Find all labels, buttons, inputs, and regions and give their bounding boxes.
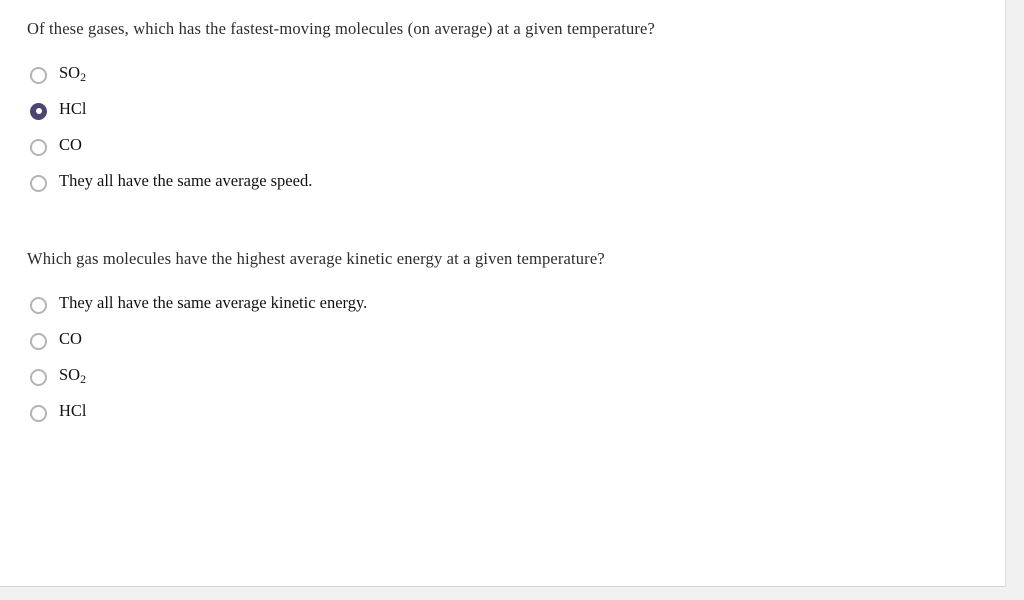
question-2-prompt: Which gas molecules have the highest ave… <box>27 249 605 268</box>
question-block-1: Of these gases, which has the fastest-mo… <box>0 0 1005 201</box>
option-label: CO <box>59 329 82 349</box>
option-row[interactable]: SO2 <box>0 57 1005 93</box>
radio-button-icon[interactable] <box>30 66 47 84</box>
quiz-body: Of these gases, which has the fastest-mo… <box>0 0 1005 431</box>
option-row[interactable]: SO2 <box>0 359 1005 395</box>
option-label: They all have the same average kinetic e… <box>59 293 368 313</box>
option-row[interactable]: CO <box>0 323 1005 359</box>
option-label: HCl <box>59 401 87 421</box>
option-label: SO2 <box>59 365 87 386</box>
radio-button-icon[interactable] <box>30 368 47 386</box>
option-row[interactable]: HCl <box>0 93 1005 129</box>
option-label: CO <box>59 135 82 155</box>
radio-button-icon[interactable] <box>30 404 47 422</box>
bottom-gutter <box>0 588 1007 600</box>
radio-button-selected-icon[interactable] <box>30 102 47 120</box>
radio-button-icon[interactable] <box>30 174 47 192</box>
option-label: SO2 <box>59 63 87 84</box>
question-2-options: They all have the same average kinetic e… <box>0 287 1005 431</box>
radio-button-icon[interactable] <box>30 138 47 156</box>
option-row[interactable]: CO <box>0 129 1005 165</box>
radio-button-icon[interactable] <box>30 296 47 314</box>
right-gutter <box>1007 0 1024 600</box>
option-row[interactable]: They all have the same average speed. <box>0 165 1005 201</box>
radio-button-icon[interactable] <box>30 332 47 350</box>
quiz-content-pane: Of these gases, which has the fastest-mo… <box>0 0 1006 587</box>
question-1-options: SO2 HCl CO They all have the same averag… <box>0 57 1005 201</box>
option-label: They all have the same average speed. <box>59 171 313 191</box>
option-label: HCl <box>59 99 87 119</box>
option-row[interactable]: HCl <box>0 395 1005 431</box>
question-1-prompt: Of these gases, which has the fastest-mo… <box>27 19 656 38</box>
page-root: Of these gases, which has the fastest-mo… <box>0 0 1024 600</box>
question-block-2: Which gas molecules have the highest ave… <box>0 201 1005 431</box>
option-row[interactable]: They all have the same average kinetic e… <box>0 287 1005 323</box>
